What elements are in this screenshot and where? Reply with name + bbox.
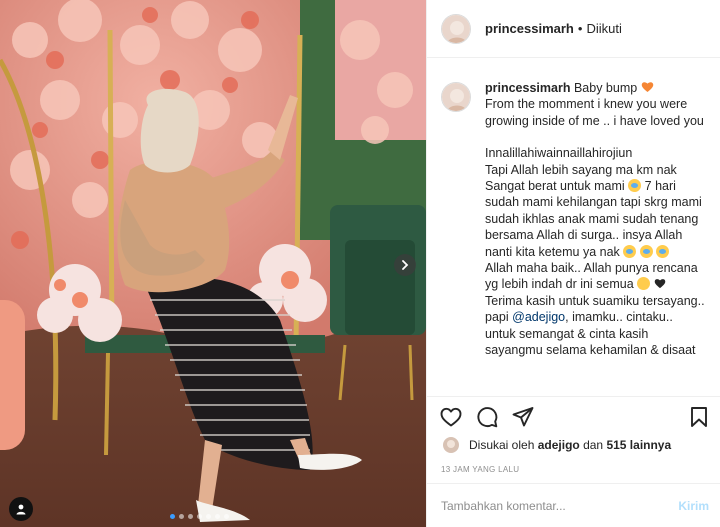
profile-picture [442,14,470,43]
heart-icon[interactable] [439,405,463,429]
liker-username[interactable]: adejigo [538,438,580,452]
bookmark-icon[interactable] [687,405,711,429]
photo-scene [0,0,426,527]
add-comment-form: Kirim [427,483,720,527]
header-username[interactable]: princessimarh [485,21,574,36]
comment-input[interactable] [441,498,679,513]
caption-line-2: From the momment i knew you were growing… [485,97,704,128]
liker-picture [443,437,459,453]
comments-section[interactable]: princessimarh Baby bump From the momment… [427,58,720,396]
caption-paragraph-1: Innalillahiwainnaillahirojiun [485,146,633,161]
crying-face-icon [639,244,653,258]
comment-icon[interactable] [475,405,499,429]
carousel-dot [188,514,193,519]
post-timestamp[interactable]: 13 JAM YANG LALU [441,465,519,474]
caption-username[interactable]: princessimarh [485,81,570,95]
likes-prefix: Disukai oleh [469,438,535,452]
profile-picture [442,83,470,111]
post-details-panel: princessimarh • Diikuti princessimarh Ba… [426,0,720,527]
caption-line-1: Baby bump [573,81,638,95]
likes-count[interactable]: 515 lainnya [606,438,671,452]
carousel-indicator [170,514,229,519]
next-photo-button[interactable] [394,254,416,276]
header-separator: • [577,21,583,36]
post-photo[interactable] [0,0,426,527]
post-header: princessimarh • Diikuti [427,0,720,58]
carousel-dot [197,514,202,519]
mention-link[interactable]: @adejigo [512,310,565,324]
hugging-face-icon [637,277,651,291]
share-icon[interactable] [511,405,535,429]
post-comment-button[interactable]: Kirim [678,499,709,513]
carousel-dot [215,514,220,519]
carousel-dot [224,514,229,519]
carousel-dot [206,514,211,519]
caption-paragraph-3: Allah maha baik.. Allah punya rencana yg… [485,261,698,292]
likes-summary[interactable]: Disukai oleh adejigo dan 515 lainnya [443,437,671,453]
black-heart-icon [654,279,665,289]
likes-mid: dan [583,438,604,452]
crying-face-icon [656,244,670,258]
tagged-people-button[interactable] [9,497,33,521]
person-tag-icon [16,504,26,515]
instagram-post: princessimarh • Diikuti princessimarh Ba… [0,0,720,527]
orange-heart-icon [641,82,653,92]
avatar[interactable] [441,82,471,112]
action-bar [427,396,720,436]
carousel-dot [179,514,184,519]
carousel-dot-active [170,514,175,519]
crying-face-icon [623,244,637,258]
chevron-right-icon [402,260,409,270]
liker-avatar [443,437,459,453]
avatar[interactable] [441,13,471,44]
follow-status-button[interactable]: Diikuti [586,21,621,36]
post-caption: princessimarh Baby bump From the momment… [485,80,706,396]
crying-face-icon [628,179,642,193]
